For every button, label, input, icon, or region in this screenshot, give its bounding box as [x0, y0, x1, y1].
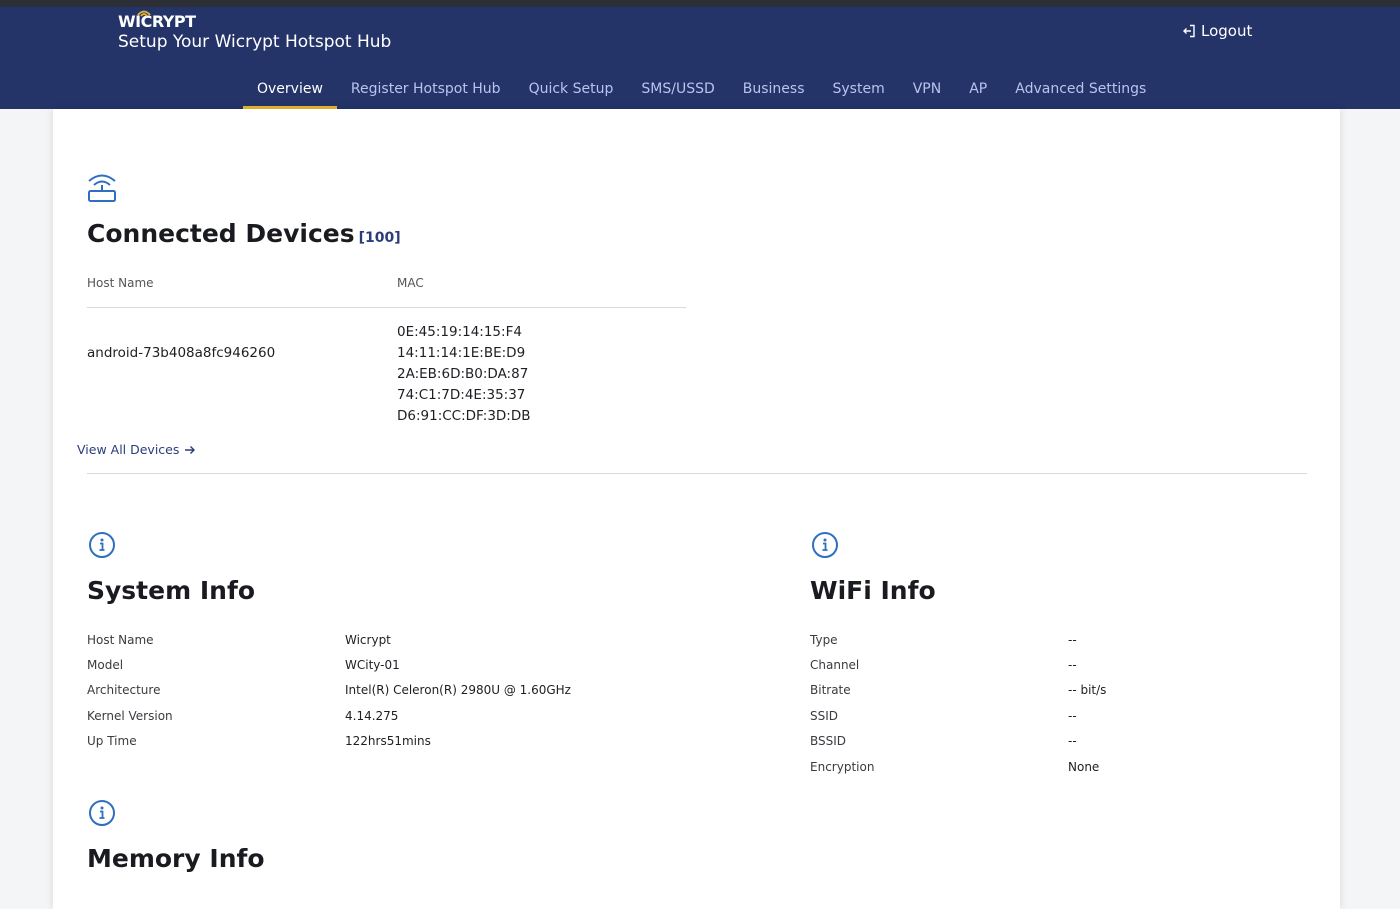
device-host-name: android-73b408a8fc946260 [87, 345, 276, 361]
wifi-info-value: -- [1068, 658, 1077, 672]
wifi-info-value: -- [1068, 709, 1077, 723]
browser-top-strip [0, 0, 1400, 7]
system-info-label: Host Name [87, 633, 154, 647]
wicrypt-logo[interactable]: WICRYPT [118, 10, 196, 31]
system-info-value: Wicrypt [345, 633, 391, 647]
connected-devices-count: [100] [358, 230, 401, 246]
system-info-label: Kernel Version [87, 709, 173, 723]
wifi-info-value: None [1068, 760, 1100, 774]
connected-devices-heading: Connected Devices [100] [87, 219, 401, 248]
column-header-host-name: Host Name [87, 276, 154, 290]
system-info-value: 122hrs51mins [345, 734, 431, 748]
mac-address: 0E:45:19:14:15:F4 [397, 324, 522, 340]
wifi-info-label: Encryption [810, 760, 875, 774]
system-info-title: System Info [87, 576, 255, 605]
wifi-info-value: -- [1068, 633, 1077, 647]
tab-quick-setup[interactable]: Quick Setup [515, 78, 628, 109]
tab-register-hotspot-hub[interactable]: Register Hotspot Hub [337, 78, 515, 109]
system-info-label: Architecture [87, 683, 161, 697]
system-info-label: Up Time [87, 734, 137, 748]
wifi-info-value: -- [1068, 734, 1077, 748]
section-divider [87, 473, 1307, 474]
column-header-mac: MAC [397, 276, 424, 290]
wifi-info-label: BSSID [810, 734, 847, 748]
system-info-value: Intel(R) Celeron(R) 2980U @ 1.60GHz [345, 683, 571, 697]
mac-address: 74:C1:7D:4E:35:37 [397, 387, 526, 403]
connected-devices-title: Connected Devices [87, 219, 355, 248]
logout-icon [1183, 24, 1195, 38]
info-icon [89, 532, 115, 558]
info-icon [812, 532, 838, 558]
tab-overview[interactable]: Overview [243, 78, 337, 109]
wifi-info-value: -- bit/s [1068, 683, 1107, 697]
system-info-label: Model [87, 658, 124, 672]
device-mac-list: 0E:45:19:14:15:F4 14:11:14:1E:BE:D9 2A:E… [397, 322, 531, 427]
router-icon [88, 174, 116, 202]
table-header-divider [87, 307, 686, 308]
mac-address: 14:11:14:1E:BE:D9 [397, 345, 526, 361]
mac-address: D6:91:CC:DF:3D:DB [397, 408, 531, 424]
tab-ap[interactable]: AP [955, 78, 1001, 109]
overview-card: Connected Devices [100] Host Name MAC and… [53, 109, 1340, 909]
mac-address: 2A:EB:6D:B0:DA:87 [397, 366, 529, 382]
tab-advanced-settings[interactable]: Advanced Settings [1001, 78, 1160, 109]
wifi-info-label: Channel [810, 658, 860, 672]
main-nav: Overview Register Hotspot Hub Quick Setu… [243, 78, 1160, 109]
app-header: WICRYPT Setup Your Wicrypt Hotspot Hub L… [0, 7, 1400, 109]
wifi-logo-icon [137, 10, 151, 17]
wifi-info-title: WiFi Info [810, 576, 936, 605]
logout-button[interactable]: Logout [1182, 22, 1252, 40]
memory-info-title: Memory Info [87, 844, 265, 873]
tab-sms-ussd[interactable]: SMS/USSD [627, 78, 728, 109]
system-info-value: WCity-01 [345, 658, 400, 672]
tab-vpn[interactable]: VPN [899, 78, 956, 109]
wifi-info-label: Type [810, 633, 838, 647]
info-icon [89, 800, 115, 826]
view-all-devices-label: View All Devices [77, 442, 180, 457]
wifi-info-label: Bitrate [810, 683, 851, 697]
view-all-devices-link[interactable]: View All Devices [77, 442, 196, 457]
logout-label: Logout [1201, 22, 1253, 40]
system-info-value: 4.14.275 [345, 709, 399, 723]
tab-business[interactable]: Business [729, 78, 819, 109]
tab-system[interactable]: System [819, 78, 899, 109]
page-subtitle: Setup Your Wicrypt Hotspot Hub [118, 32, 392, 52]
wifi-info-label: SSID [810, 709, 839, 723]
arrow-right-icon [185, 445, 196, 454]
